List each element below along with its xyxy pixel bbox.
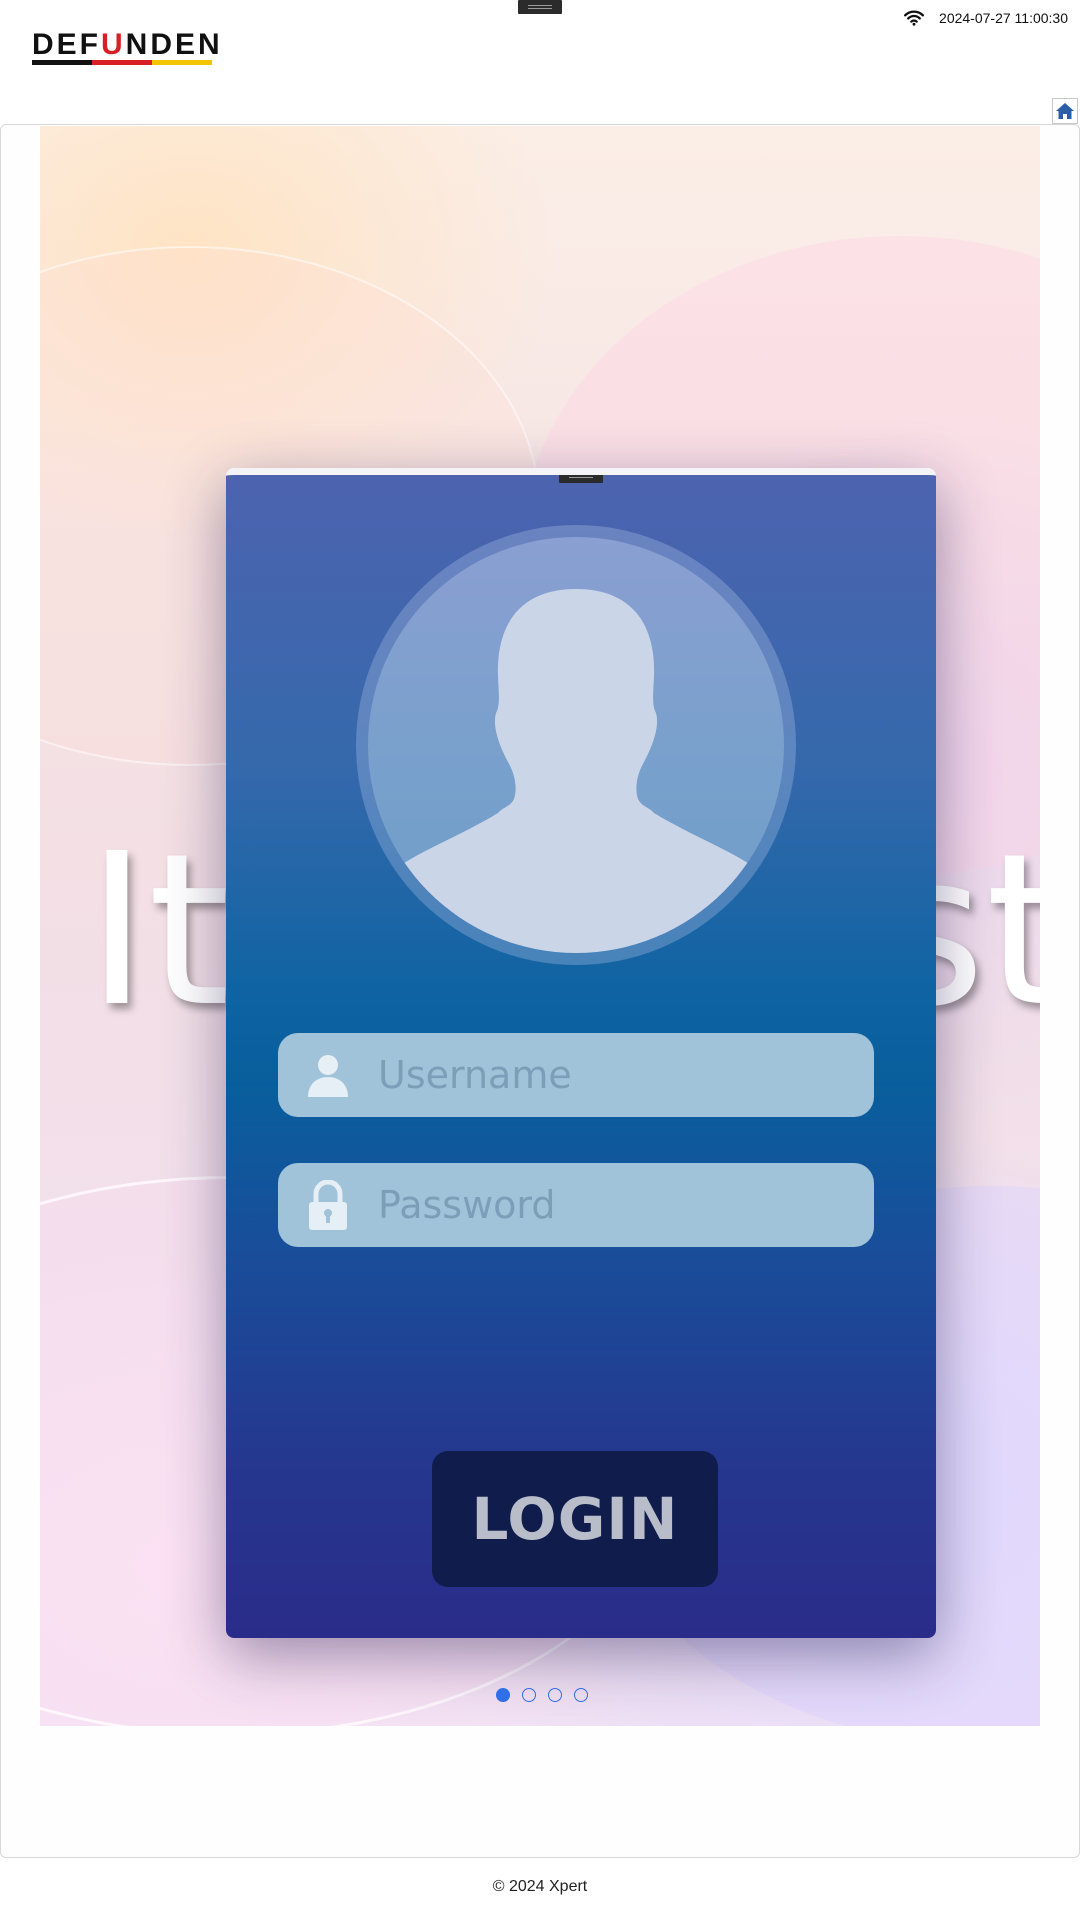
datetime-display: 2024-07-27 11:00:30 [939,10,1068,26]
logo-color-bar [32,60,212,65]
carousel-dot-2[interactable] [522,1688,536,1702]
carousel-dot-3[interactable] [548,1688,562,1702]
background-word-left: It [86,808,231,1053]
user-icon [308,1055,348,1097]
login-card: Username Password LOGIN [226,468,936,1638]
home-button[interactable] [1052,98,1078,124]
carousel-dot-4[interactable] [574,1688,588,1702]
logo-text-mid: U [101,28,126,61]
logo-text-right: NDEN [125,28,223,61]
password-placeholder: Password [378,1183,556,1227]
home-icon [1056,103,1074,119]
username-placeholder: Username [378,1053,572,1097]
carousel-dot-1[interactable] [496,1688,510,1702]
user-silhouette-icon [378,589,774,953]
password-field[interactable]: Password [278,1163,874,1247]
card-handle[interactable] [559,475,603,483]
top-pull-handle[interactable] [518,0,562,14]
login-button[interactable]: LOGIN [432,1451,718,1587]
status-bar: 2024-07-27 11:00:30 [903,10,1068,26]
footer-copyright: © 2024 Xpert [492,1878,588,1895]
defunden-logo: DEFUNDEN [32,30,223,66]
username-field[interactable]: Username [278,1033,874,1117]
carousel-pagination [496,1688,588,1702]
avatar [356,525,796,965]
lock-icon [309,1180,347,1230]
wifi-icon [903,10,925,26]
logo-text-left: DEF [32,28,101,61]
carousel-slide[interactable]: It st Username [40,126,1040,1726]
